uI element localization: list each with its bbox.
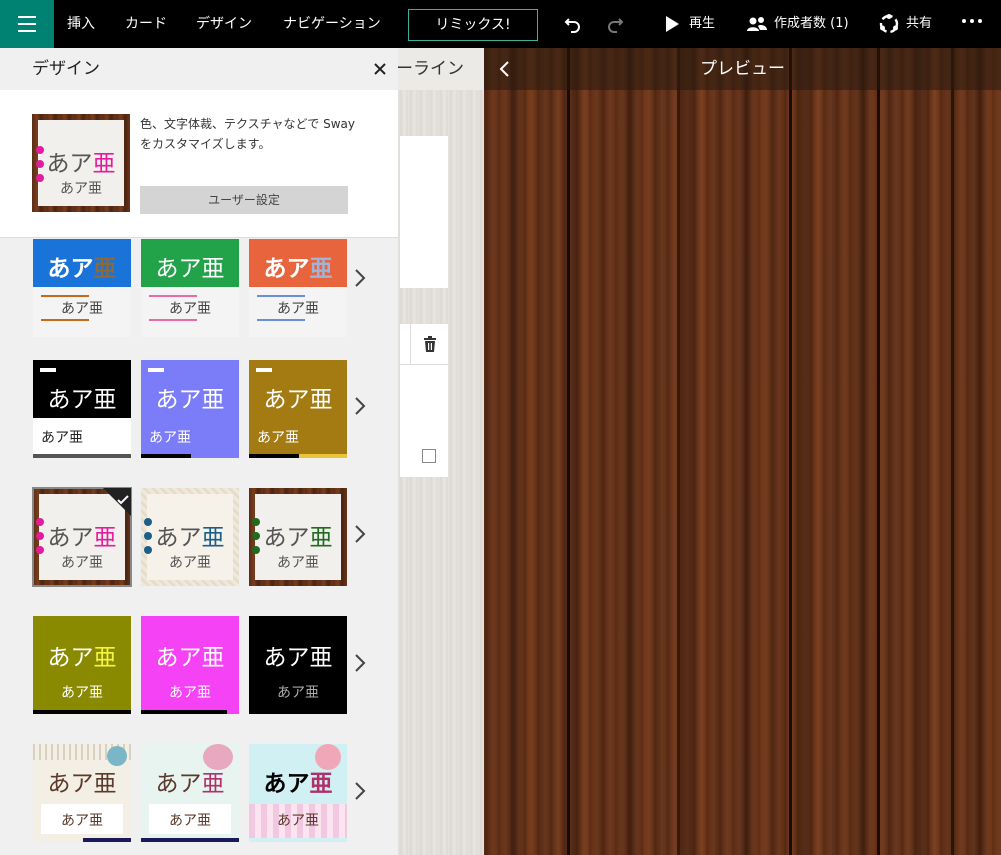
preview-pane: プレビュー [484,48,1001,855]
design-panel-header: デザイン [0,48,398,90]
nav-insert[interactable]: 挿入 [67,0,95,48]
chevron-right-icon[interactable] [354,396,370,420]
top-toolbar: 挿入 カード デザイン ナビゲーション リミックス! 再生 作成者数 (1) 共… [0,0,1001,48]
play-button-label[interactable]: 再生 [689,0,715,48]
more-options-icon[interactable] [962,19,982,23]
trash-icon [423,336,436,352]
hamburger-line [18,16,36,18]
current-design-thumbnail: あア亜 あア亜 [32,114,130,212]
current-design-section: あア亜 あア亜 色、文字体裁、テクスチャなどで Sway をカスタマイズします。… [0,90,398,238]
theme-thumbnail[interactable]: あア亜 あア亜 [249,239,347,337]
theme-thumbnail[interactable]: あア亜 あア亜 [33,616,131,714]
authors-button-label[interactable]: 作成者数 (1) [774,0,849,48]
card-select-checkbox[interactable] [422,449,436,463]
theme-thumbnail[interactable]: あア亜 あア亜 [141,616,239,714]
chevron-right-icon[interactable] [354,268,370,292]
wood-plank-gap [877,48,880,855]
delete-card-button[interactable] [410,324,448,364]
play-icon[interactable] [660,12,684,36]
theme-thumbnail[interactable]: あア亜 あア亜 [33,360,131,458]
dot [970,19,974,23]
theme-thumbnail[interactable]: あア亜 あア亜 [249,616,347,714]
dot [962,19,966,23]
sample-big-text: あア亜 [46,151,116,177]
nav-cards[interactable]: カード [125,0,167,48]
share-button-label[interactable]: 共有 [906,0,932,48]
theme-thumbnail[interactable]: あア亜 あア亜 [249,360,347,458]
checkmark-icon [117,490,129,509]
theme-thumbnail[interactable]: あア亜 あア亜 [141,744,239,842]
wood-plank-gap [677,48,680,855]
preview-title: プレビュー [700,59,785,79]
close-icon[interactable] [372,61,388,77]
wood-plank-gap [951,48,954,855]
chevron-right-icon[interactable] [354,781,370,805]
theme-thumbnail[interactable]: あア亜 あア亜 [141,488,239,586]
wood-plank-gap [567,48,570,855]
authors-icon[interactable] [745,12,769,36]
storyline-card[interactable] [400,136,448,288]
remix-button[interactable]: リミックス! [408,9,538,41]
chevron-right-icon[interactable] [354,653,370,677]
nav-navigation[interactable]: ナビゲーション [283,0,381,48]
customize-button[interactable]: ユーザー設定 [140,186,348,214]
design-panel-title: デザイン [32,59,100,79]
theme-thumbnail[interactable]: あア亜 あア亜 [141,239,239,337]
chevron-right-icon[interactable] [354,524,370,548]
sample-small-text: あア亜 [60,181,102,197]
nav-design[interactable]: デザイン [196,0,252,48]
theme-thumbnail[interactable]: あア亜 あア亜 [249,744,347,842]
theme-thumbnail[interactable]: あア亜 あア亜 [141,360,239,458]
redo-icon[interactable] [603,12,627,36]
theme-thumbnail[interactable]: あア亜 あア亜 [33,239,131,337]
theme-thumbnail[interactable]: あア亜 あア亜 [249,488,347,586]
wood-plank-gap [789,48,792,855]
design-panel: デザイン あア亜 あア亜 色、文字体裁、テクスチャなどで Sway をカスタマイ… [0,48,398,855]
hamburger-menu-button[interactable] [0,0,54,48]
storyline-title: ーライン [398,59,464,79]
dot [978,19,982,23]
card-divider [400,364,448,365]
design-description: 色、文字体裁、テクスチャなどで Sway をカスタマイズします。 [140,117,355,151]
share-icon[interactable] [877,12,901,36]
storyline-pane: ーライン [398,48,484,855]
hamburger-line [18,23,36,25]
undo-icon[interactable] [561,12,585,36]
hamburger-line [18,30,36,32]
theme-thumbnail-selected[interactable]: あア亜 あア亜 [32,487,132,587]
theme-thumbnail[interactable]: あア亜 あア亜 [33,744,131,842]
